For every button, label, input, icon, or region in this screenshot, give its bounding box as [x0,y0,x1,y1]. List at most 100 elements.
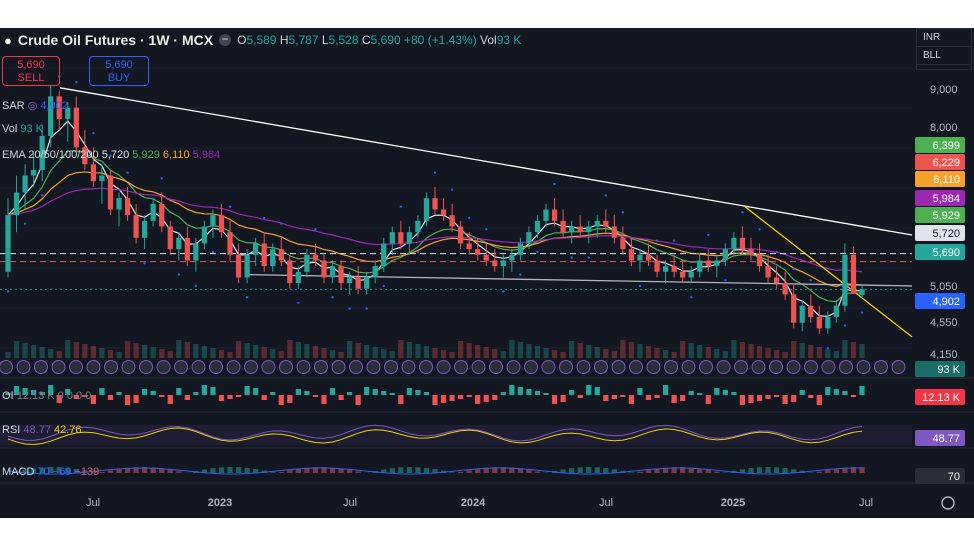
rsi-legend[interactable]: RSI 48.77 42.76 [2,424,82,436]
volume-bar [833,351,840,358]
event-marker-icon [559,360,573,374]
macd-hist-bar [569,468,575,473]
candle-body [850,254,857,294]
oi-bar [773,395,780,397]
macd-hist-bar [227,467,233,473]
oi-bar [295,389,301,395]
event-marker-icon [384,360,398,374]
sar-dot [160,177,163,180]
volume-bar [389,351,395,358]
candle-body [782,283,788,295]
macd-hist-bar [107,470,114,473]
volume-bar [73,342,79,358]
oi-bar [90,395,97,404]
sar-dot [314,228,317,231]
candle-body [381,243,387,267]
oi-bar [808,395,814,398]
volume-bar [534,346,541,358]
oi-bar [731,392,737,395]
collapse-icon[interactable]: − [219,33,232,46]
oi-legend[interactable]: OI 12.13 K 0 0 0 0 [2,390,91,402]
volume-bar [517,342,524,358]
candle-body [731,237,737,250]
oi-bar [167,395,173,404]
volume-bar [270,349,276,358]
sar-dot [263,216,266,220]
candle-body [620,237,626,250]
sar-dot [860,311,864,314]
candle-body [73,107,79,148]
oi-bar [116,392,122,395]
candle-body [389,232,395,244]
candle-body [791,294,797,323]
volume-bar [116,352,122,358]
event-marker-icon [314,360,328,374]
oi-bar [603,395,609,401]
volume-bar [423,346,430,358]
candle-body [440,209,447,216]
oi-bar [509,385,515,395]
volume-bar [90,346,97,358]
event-marker-icon [611,360,626,374]
y-tick-label: 4,550 [930,317,958,329]
sar-dot-icon: ◎ [27,100,38,112]
buy-button[interactable]: 5,690 BUY [89,56,149,86]
candle-body [457,226,464,244]
x-tick-label: 2025 [721,497,745,509]
candle-body [287,260,293,284]
volume-bar [65,340,71,358]
candle-body [270,249,276,267]
price-tag-label: 6,399 [932,140,960,152]
oi-bar [287,395,293,403]
x-tick-label: Jul [343,497,357,509]
volume-bar [748,344,754,358]
oi-bar [688,391,694,395]
volume-bar [329,350,336,358]
candle-body [509,254,515,261]
sar-dot [690,296,693,299]
macd-hist-bar [449,472,455,473]
macd-hist-bar [415,467,421,473]
sar-legend[interactable]: SAR ◎ 4,902 [2,99,68,112]
sar-dot [433,171,437,174]
oi-bar [176,388,182,395]
ema-legend[interactable]: EMA 20/50/100/200 5,720 5,929 6,110 5,98… [2,149,220,161]
oi-bar [842,391,848,395]
oi-bar [227,395,233,399]
unit-label[interactable]: BLL [917,47,971,65]
event-marker-icon [121,360,136,374]
oi-bar [483,395,489,402]
oi-bar [705,395,711,404]
oi-bar [423,392,430,395]
sar-dot [843,324,847,327]
event-marker-icon [261,360,276,374]
macd-hist-bar [748,468,754,473]
oi-bar [364,387,370,395]
volume-bar [697,345,703,358]
currency-box[interactable]: INR BLL [916,28,972,70]
vol-legend[interactable]: Vol 93 K [2,123,43,135]
volume-bar [159,349,165,358]
sar-dot [228,205,232,208]
volume-bar [543,348,549,358]
sell-button[interactable]: 5,690 SELL [2,56,60,86]
chart-title[interactable]: Crude Oil Futures · 1W · MCX [18,32,213,48]
rsi-band [0,425,912,445]
volume-bar [398,340,404,358]
event-marker-icon [156,360,171,374]
oi-bar [816,395,822,405]
macd-legend[interactable]: MACD 70 −69 −139 [2,466,99,478]
oi-bar [662,385,669,395]
volume-bar [39,347,45,358]
event-marker-icon [191,360,206,374]
oi-bar [184,395,190,400]
macd-hist-bar [244,467,250,473]
currency-label[interactable]: INR [917,29,971,47]
oi-bar [210,387,216,395]
volume-bar [244,343,250,358]
volume-bar [193,344,199,358]
event-marker-icon [541,360,556,374]
macd-hist-bar [603,467,609,473]
candle-body [107,175,114,210]
event-marker-icon [664,360,678,374]
